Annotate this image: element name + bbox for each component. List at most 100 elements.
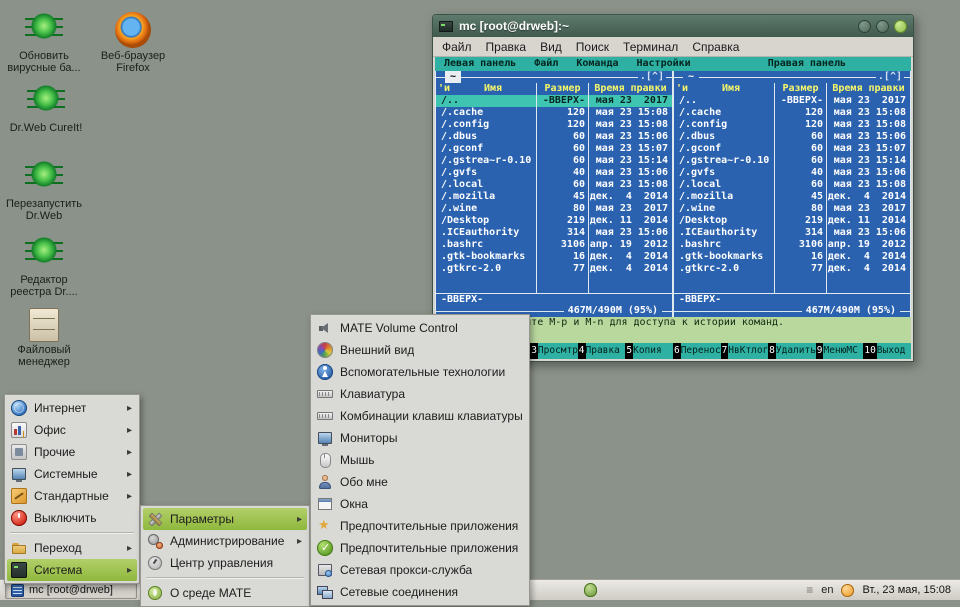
file-row[interactable]: /.config120мая 23 15:08	[436, 119, 672, 131]
file-row[interactable]: .gtkrc-2.077дек. 4 2014	[674, 263, 910, 275]
file-row[interactable]: .bashrc3106апр. 19 2012	[436, 239, 672, 251]
column-header-name[interactable]: 'иИмя	[674, 83, 774, 95]
file-row[interactable]: .ICEauthority314мая 23 15:06	[674, 227, 910, 239]
mc-menu-item[interactable]: Правая панель	[759, 57, 855, 71]
file-row[interactable]: .gtk-bookmarks16дек. 4 2014	[436, 251, 672, 263]
fkey-8[interactable]: 8Удалить	[768, 343, 816, 359]
file-row[interactable]: /..-ВВЕРХ-мая 23 2017	[436, 95, 672, 107]
menubar-item[interactable]: Правка	[479, 38, 534, 56]
menu-item-preferred-applications-1[interactable]: Предпочтительные приложения	[313, 515, 527, 537]
fkey-4[interactable]: 4Правка	[578, 343, 626, 359]
file-row[interactable]: /.gstrea~r-0.1060мая 23 15:14	[674, 155, 910, 167]
close-button[interactable]	[894, 20, 907, 33]
column-header-size[interactable]: Размер	[774, 83, 826, 95]
file-row[interactable]: .bashrc3106апр. 19 2012	[674, 239, 910, 251]
fkey-3[interactable]: 3Просмтр	[530, 343, 578, 359]
menu-item-administration[interactable]: Администрирование▸	[143, 530, 307, 552]
mc-menu-item[interactable]: Левая панель	[435, 57, 525, 71]
maximize-button[interactable]	[876, 20, 889, 33]
file-row[interactable]: /.cache120мая 23 15:08	[674, 107, 910, 119]
mc-menu-item[interactable]: Команда	[567, 57, 627, 71]
clock[interactable]: Вт., 23 мая, 15:08	[862, 584, 951, 596]
file-row[interactable]: /.dbus60мая 23 15:06	[674, 131, 910, 143]
column-header-name[interactable]: 'иИмя	[436, 83, 536, 95]
menu-item-monitors[interactable]: Мониторы	[313, 427, 527, 449]
menu-item-appearance[interactable]: Внешний вид	[313, 339, 527, 361]
file-row[interactable]: /.mozilla45дек. 4 2014	[674, 191, 910, 203]
menubar-item[interactable]: Справка	[685, 38, 746, 56]
admin-icon	[147, 533, 163, 549]
window-titlebar[interactable]: mc [root@drweb]:~	[433, 15, 913, 37]
mc-menu-item[interactable]: Файл	[525, 57, 567, 71]
file-row[interactable]: /.config120мая 23 15:08	[674, 119, 910, 131]
file-row[interactable]: /.wine80мая 23 2017	[436, 203, 672, 215]
file-row[interactable]: /.gconf60мая 23 15:07	[674, 143, 910, 155]
menu-item-system-tools[interactable]: Системные▸	[7, 463, 137, 485]
file-row[interactable]: .gtkrc-2.077дек. 4 2014	[436, 263, 672, 275]
menubar-item[interactable]: Файл	[435, 38, 479, 56]
file-row[interactable]: .ICEauthority314мая 23 15:06	[436, 227, 672, 239]
minimize-button[interactable]	[858, 20, 871, 33]
menu-item-about-mate[interactable]: О среде MATE	[143, 582, 307, 604]
file-size: 60	[774, 179, 826, 191]
file-row[interactable]: /.gvfs40мая 23 15:06	[436, 167, 672, 179]
desktop-icon-update-virus-db[interactable]: Обновить вирусные ба...	[0, 12, 88, 74]
menu-item-other[interactable]: Прочие▸	[7, 441, 137, 463]
menubar-item[interactable]: Поиск	[569, 38, 616, 56]
file-row[interactable]: /.local60мая 23 15:08	[436, 179, 672, 191]
column-header-mtime[interactable]: Время правки	[826, 83, 910, 95]
menu-item-accessories[interactable]: Стандартные▸	[7, 485, 137, 507]
desktop-icon-registry-editor[interactable]: Редактор реестра Dr....	[0, 236, 88, 298]
menu-item-keyboard[interactable]: Клавиатура	[313, 383, 527, 405]
keyboard-layout-indicator[interactable]: en	[821, 584, 833, 596]
menu-item-control-center[interactable]: Центр управления	[143, 552, 307, 574]
file-row[interactable]: .gtk-bookmarks16дек. 4 2014	[674, 251, 910, 263]
file-row[interactable]: /..-ВВЕРХ-мая 23 2017	[674, 95, 910, 107]
menu-item-assistive-technologies[interactable]: Вспомогательные технологии	[313, 361, 527, 383]
mc-menu-item[interactable]: Настройки	[628, 57, 700, 71]
update-notifier-icon[interactable]	[841, 584, 854, 597]
menu-item-label: MATE Volume Control	[340, 321, 458, 335]
fkey-5[interactable]: 5Копия	[625, 343, 673, 359]
menu-item-system[interactable]: Система▸	[7, 559, 137, 581]
menu-item-office[interactable]: Офис▸	[7, 419, 137, 441]
desktop-icon-drweb-cureit[interactable]: Dr.Web CureIt!	[2, 84, 90, 134]
menu-item-places[interactable]: Переход▸	[7, 537, 137, 559]
menu-item-windows[interactable]: Окна	[313, 493, 527, 515]
menu-item-preferred-applications-2[interactable]: Предпочтительные приложения	[313, 537, 527, 559]
fkey-7[interactable]: 7НвКтлог	[721, 343, 769, 359]
menu-item-preferences[interactable]: Параметры▸	[143, 508, 307, 530]
column-header-mtime[interactable]: Время правки	[588, 83, 672, 95]
file-row[interactable]: /.mozilla45дек. 4 2014	[436, 191, 672, 203]
desktop-icon-restart-drweb[interactable]: Перезапустить Dr.Web	[0, 160, 88, 222]
panel-path-tab[interactable]: ~	[445, 71, 461, 83]
file-row[interactable]: /Desktop219дек. 11 2014	[674, 215, 910, 227]
menu-item-network-proxy[interactable]: Сетевая прокси-служба	[313, 559, 527, 581]
file-row[interactable]: /.gvfs40мая 23 15:06	[674, 167, 910, 179]
fkey-9[interactable]: 9МенюМС	[816, 343, 864, 359]
desktop-icon-file-manager[interactable]: Файловый менеджер	[0, 308, 88, 368]
panel-path-tab[interactable]: ~	[683, 71, 699, 83]
menu-item-mouse[interactable]: Мышь	[313, 449, 527, 471]
cabinet-icon	[29, 308, 59, 342]
file-row[interactable]: /.gstrea~r-0.1060мая 23 15:14	[436, 155, 672, 167]
fkey-10[interactable]: 10Выход	[863, 343, 911, 359]
file-row[interactable]: /Desktop219дек. 11 2014	[436, 215, 672, 227]
file-row[interactable]: /.dbus60мая 23 15:06	[436, 131, 672, 143]
column-header-size[interactable]: Размер	[536, 83, 588, 95]
tray-icon[interactable]	[584, 583, 597, 597]
file-row[interactable]: /.gconf60мая 23 15:07	[436, 143, 672, 155]
menubar-item[interactable]: Вид	[533, 38, 569, 56]
fkey-6[interactable]: 6Перенос	[673, 343, 721, 359]
file-row[interactable]: /.cache120мая 23 15:08	[436, 107, 672, 119]
menu-item-keyboard-shortcuts[interactable]: Комбинации клавиш клавиатуры	[313, 405, 527, 427]
taskbar-window-button[interactable]: mc [root@drweb]	[5, 582, 137, 599]
menu-item-volume-control[interactable]: MATE Volume Control	[313, 317, 527, 339]
file-row[interactable]: /.local60мая 23 15:08	[674, 179, 910, 191]
menu-item-internet[interactable]: Интернет▸	[7, 397, 137, 419]
menu-item-about-me[interactable]: Обо мне	[313, 471, 527, 493]
menubar-item[interactable]: Терминал	[616, 38, 685, 56]
file-row[interactable]: /.wine80мая 23 2017	[674, 203, 910, 215]
menu-item-shutdown[interactable]: Выключить	[7, 507, 137, 529]
desktop-icon-firefox[interactable]: Веб-браузер Firefox	[89, 12, 177, 74]
